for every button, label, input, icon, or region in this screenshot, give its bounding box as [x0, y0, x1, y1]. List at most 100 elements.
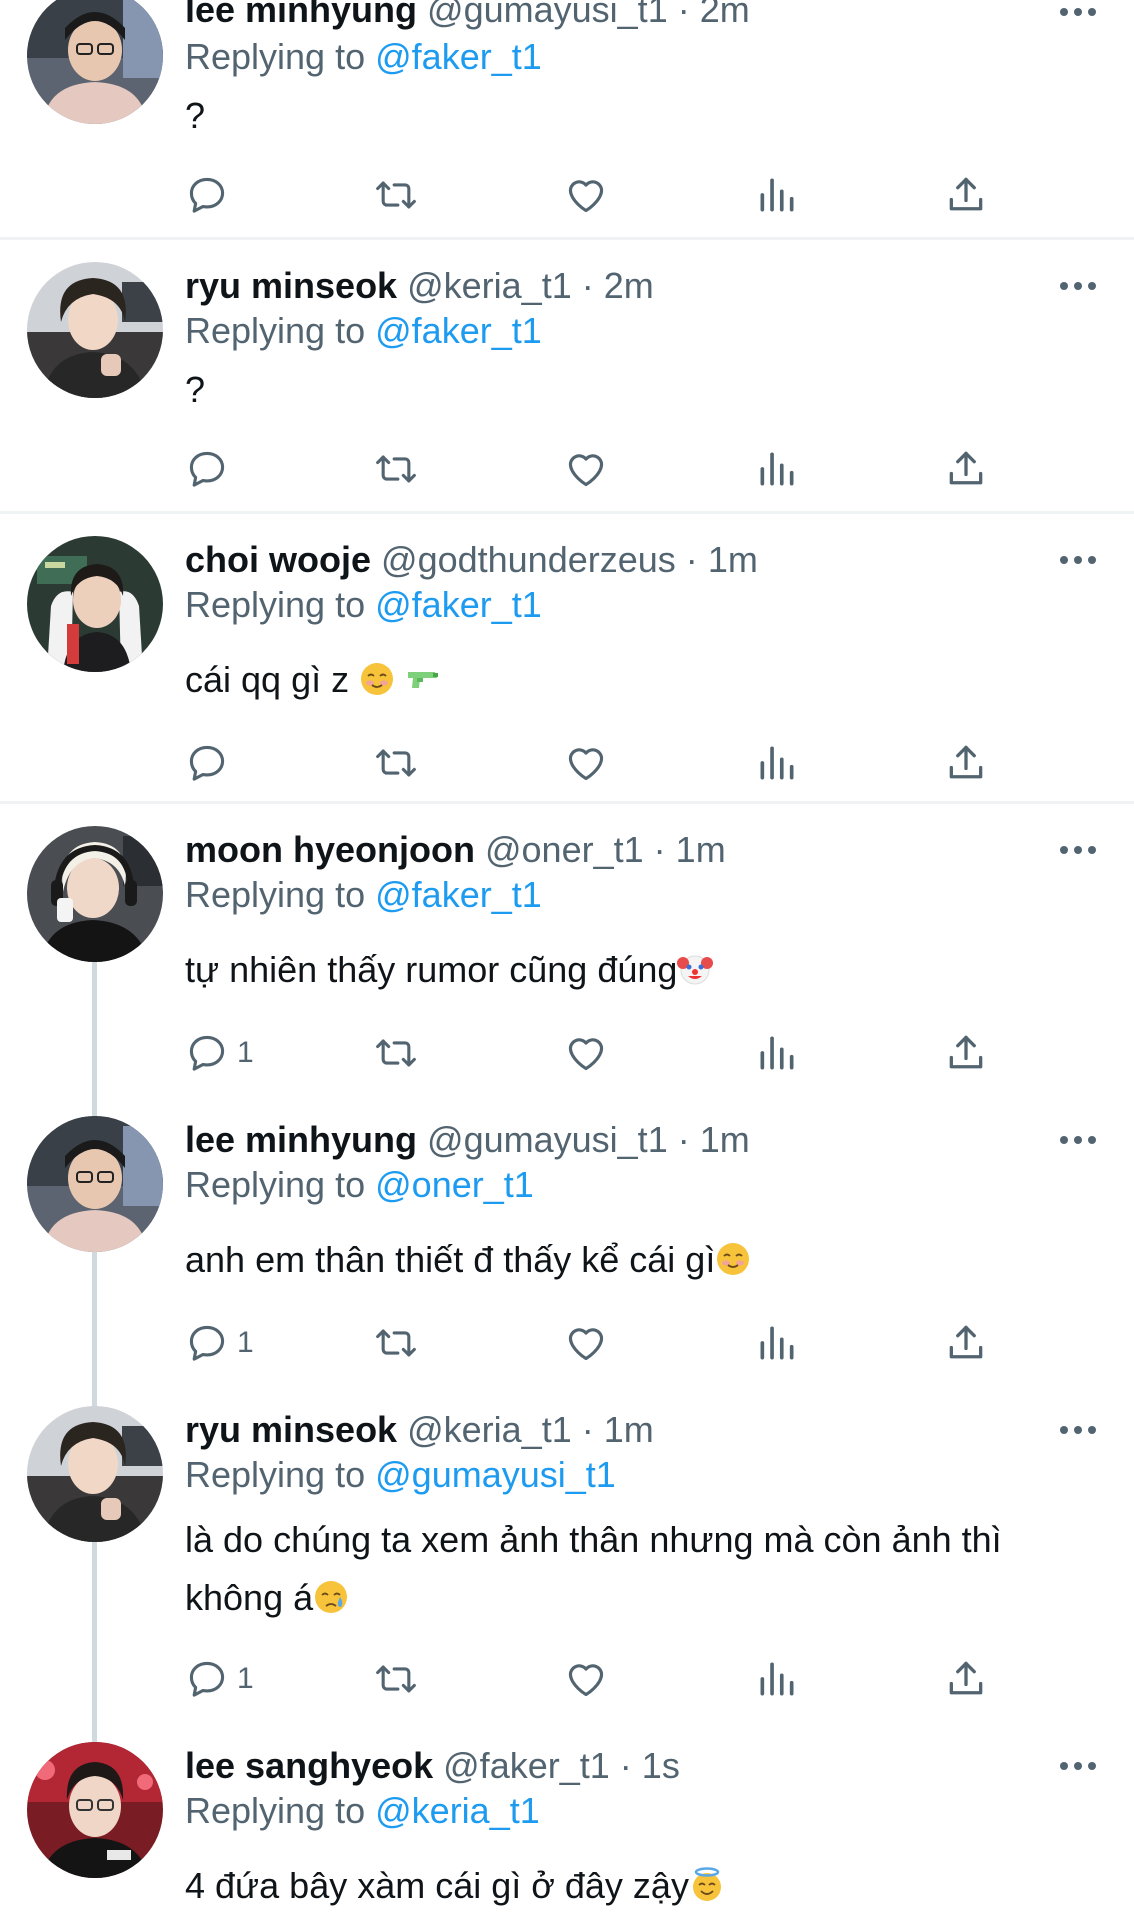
user-handle[interactable]: @gumayusi_t1	[427, 1119, 668, 1160]
tweet[interactable]: lee sanghyeok @faker_t1 · 1s Replying to…	[0, 1720, 1134, 1920]
tweet[interactable]: ryu minseok @keria_t1 · 2m Replying to @…	[0, 240, 1134, 514]
reply-button[interactable]: 1	[185, 1028, 254, 1078]
tweet[interactable]: ryu minseok @keria_t1 · 1m Replying to @…	[0, 1384, 1134, 1720]
like-button[interactable]	[564, 1318, 608, 1368]
display-name[interactable]: choi wooje	[185, 539, 371, 580]
share-icon	[949, 1661, 983, 1695]
tweet-header: ryu minseok @keria_t1 · 1m	[185, 1408, 1034, 1452]
share-button[interactable]	[944, 1028, 988, 1078]
analytics-button[interactable]	[755, 1654, 799, 1704]
share-button[interactable]	[944, 738, 988, 788]
reply-mention-link[interactable]: @gumayusi_t1	[375, 1454, 616, 1495]
replying-to: Replying to @keria_t1	[185, 1789, 540, 1833]
reply-mention-link[interactable]: @faker_t1	[375, 584, 542, 625]
replying-to: Replying to @faker_t1	[185, 583, 542, 627]
avatar[interactable]	[27, 536, 163, 672]
display-name[interactable]: moon hyeonjoon	[185, 829, 475, 870]
reply-button[interactable]: 1	[185, 1654, 254, 1704]
user-handle[interactable]: @gumayusi_t1	[427, 0, 668, 30]
more-icon[interactable]	[1060, 6, 1096, 18]
more-icon[interactable]	[1060, 554, 1096, 566]
user-handle[interactable]: @keria_t1	[407, 1409, 572, 1450]
retweet-button[interactable]	[374, 1654, 418, 1704]
timestamp[interactable]: 1m	[676, 829, 726, 870]
timestamp[interactable]: 1m	[700, 1119, 750, 1160]
separator-dot: ·	[581, 1409, 594, 1450]
avatar[interactable]	[27, 826, 163, 962]
tweet[interactable]: choi wooje @godthunderzeus · 1m Replying…	[0, 514, 1134, 804]
reply-count: 1	[237, 1036, 254, 1069]
analytics-button[interactable]	[755, 444, 799, 494]
analytics-button[interactable]	[755, 738, 799, 788]
analytics-icon	[760, 452, 794, 486]
retweet-button[interactable]	[374, 1318, 418, 1368]
avatar[interactable]	[27, 1116, 163, 1252]
reply-mention-link[interactable]: @faker_t1	[375, 310, 542, 351]
timestamp[interactable]: 2m	[700, 0, 750, 30]
timestamp[interactable]: 1m	[708, 539, 758, 580]
share-icon	[949, 1325, 983, 1359]
tweet-header: lee sanghyeok @faker_t1 · 1s	[185, 1744, 1034, 1788]
like-button[interactable]	[564, 444, 608, 494]
reply-mention-link[interactable]: @oner_t1	[375, 1164, 534, 1205]
timestamp[interactable]: 1s	[642, 1745, 680, 1786]
tweet-text: ?	[185, 369, 206, 410]
more-icon[interactable]	[1060, 280, 1096, 292]
more-icon[interactable]	[1060, 1424, 1096, 1436]
reply-count: 1	[237, 1662, 254, 1695]
like-button[interactable]	[564, 170, 608, 220]
retweet-icon	[376, 1039, 416, 1067]
reply-mention-link[interactable]: @faker_t1	[375, 874, 542, 915]
tweet-header: ryu minseok @keria_t1 · 2m	[185, 264, 1034, 308]
retweet-button[interactable]	[374, 170, 418, 220]
reply-button[interactable]	[185, 444, 237, 494]
display-name[interactable]: lee sanghyeok	[185, 1745, 433, 1786]
display-name[interactable]: ryu minseok	[185, 1409, 397, 1450]
retweet-button[interactable]	[374, 444, 418, 494]
user-handle[interactable]: @oner_t1	[485, 829, 644, 870]
retweet-button[interactable]	[374, 1028, 418, 1078]
display-name[interactable]: lee minhyung	[185, 1119, 417, 1160]
avatar[interactable]	[27, 1406, 163, 1542]
timestamp[interactable]: 2m	[604, 265, 654, 306]
avatar[interactable]	[27, 262, 163, 398]
tweet[interactable]: moon hyeonjoon @oner_t1 · 1m Replying to…	[0, 804, 1134, 1094]
share-button[interactable]	[944, 170, 988, 220]
timestamp[interactable]: 1m	[604, 1409, 654, 1450]
avatar[interactable]	[27, 0, 163, 124]
tweet[interactable]: lee minhyung @gumayusi_t1 · 1m Replying …	[0, 1094, 1134, 1384]
display-name[interactable]: lee minhyung	[185, 0, 417, 30]
replying-prefix: Replying to	[185, 584, 366, 625]
share-button[interactable]	[944, 444, 988, 494]
avatar[interactable]	[27, 1742, 163, 1878]
like-button[interactable]	[564, 738, 608, 788]
tweet[interactable]: lee minhyung @gumayusi_t1 · 2m Replying …	[0, 0, 1134, 240]
user-handle[interactable]: @faker_t1	[443, 1745, 610, 1786]
share-button[interactable]	[944, 1654, 988, 1704]
analytics-button[interactable]	[755, 170, 799, 220]
display-name[interactable]: ryu minseok	[185, 265, 397, 306]
retweet-button[interactable]	[374, 738, 418, 788]
user-handle[interactable]: @godthunderzeus	[381, 539, 676, 580]
share-button[interactable]	[944, 1318, 988, 1368]
more-icon[interactable]	[1060, 844, 1096, 856]
reply-button[interactable]: 1	[185, 1318, 254, 1368]
reply-button[interactable]	[185, 738, 237, 788]
reply-icon	[189, 177, 225, 213]
smiling-face-emoji-icon	[359, 661, 395, 697]
analytics-button[interactable]	[755, 1028, 799, 1078]
like-button[interactable]	[564, 1028, 608, 1078]
tweet-header: lee minhyung @gumayusi_t1 · 1m	[185, 1118, 1034, 1162]
tweet-header: moon hyeonjoon @oner_t1 · 1m	[185, 828, 1034, 872]
tweet-text-row: 4 đứa bây xàm cái gì ở đây zậy	[185, 1857, 1074, 1915]
reply-button[interactable]	[185, 170, 237, 220]
like-button[interactable]	[564, 1654, 608, 1704]
tweet-text: là do chúng ta xem ảnh thân nhưng mà còn…	[185, 1519, 1002, 1560]
reply-mention-link[interactable]: @faker_t1	[375, 36, 542, 77]
user-handle[interactable]: @keria_t1	[407, 265, 572, 306]
reply-mention-link[interactable]: @keria_t1	[375, 1790, 540, 1831]
more-icon[interactable]	[1060, 1134, 1096, 1146]
analytics-button[interactable]	[755, 1318, 799, 1368]
replying-to: Replying to @gumayusi_t1	[185, 1453, 616, 1497]
more-icon[interactable]	[1060, 1760, 1096, 1772]
